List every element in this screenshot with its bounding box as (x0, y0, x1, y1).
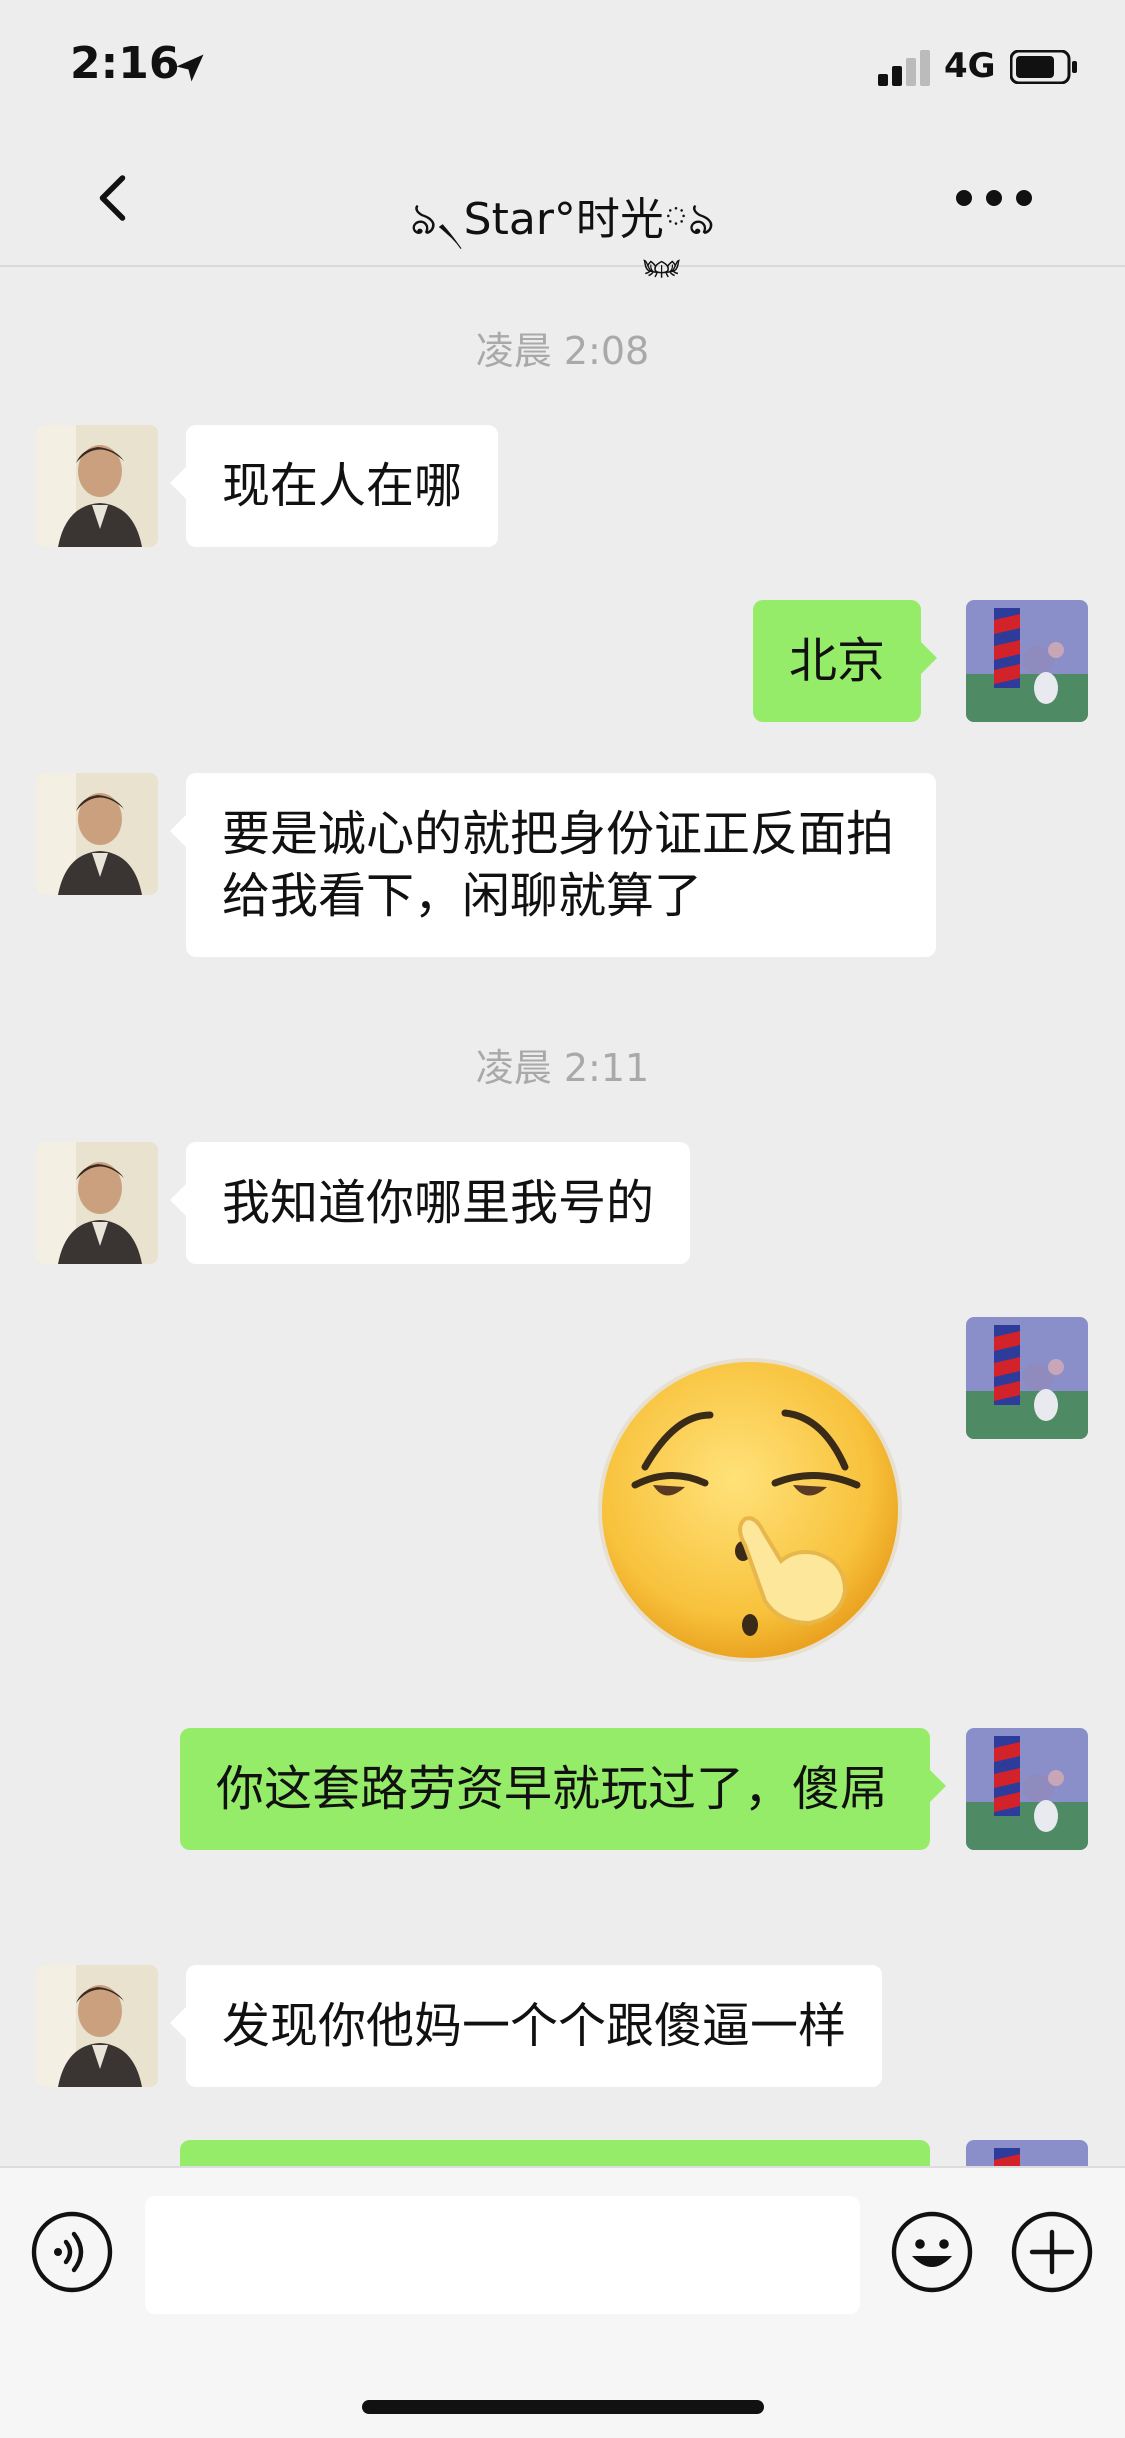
contact-avatar[interactable] (36, 1142, 158, 1264)
home-indicator[interactable] (362, 2400, 764, 2414)
back-icon[interactable] (85, 168, 145, 228)
signal-icon (878, 50, 930, 86)
emoji-icon[interactable] (890, 2210, 974, 2294)
contact-avatar[interactable] (36, 1965, 158, 2087)
nose-picking-emoji-sticker[interactable] (595, 1355, 905, 1665)
plus-icon[interactable] (1010, 2210, 1094, 2294)
message-bubble[interactable]: 我知道你哪里我号的 (169, 1142, 691, 1264)
self-avatar[interactable] (966, 600, 1088, 722)
message-bubble[interactable]: 现在人在哪 (169, 425, 499, 547)
battery-icon (1010, 50, 1077, 84)
network-type: 4G (944, 46, 996, 86)
input-bar (0, 2166, 1125, 2438)
message-bubble[interactable]: 发现你他妈一个个跟傻逼一样 (169, 1965, 883, 2087)
location-arrow-icon (176, 54, 204, 82)
message-input[interactable] (145, 2196, 860, 2314)
status-time: 2:16 (70, 38, 180, 89)
chat-title: ঌ৲Star°时光࿆ঌ (410, 194, 715, 245)
message-bubble[interactable]: 要是诚心的就把身份证正反面拍给我看下，闲聊就算了 (170, 773, 936, 957)
time-label: 凌晨 2:11 (475, 1046, 650, 1090)
nav-bar: ঌ৲Star°时光࿆ঌ (0, 130, 1125, 267)
status-bar: 2:16 4G (0, 0, 1125, 130)
more-icon[interactable] (950, 178, 1040, 218)
message-bubble[interactable]: 你这套路劳资早就玩过了，傻屌 (180, 1728, 946, 1850)
voice-icon[interactable] (30, 2210, 114, 2294)
self-avatar[interactable] (966, 1317, 1088, 1439)
contact-avatar[interactable] (36, 773, 158, 895)
time-label: 凌晨 2:08 (475, 329, 650, 373)
contact-avatar[interactable] (36, 425, 158, 547)
message-bubble[interactable]: 北京 (753, 600, 938, 722)
self-avatar[interactable] (966, 1728, 1088, 1850)
